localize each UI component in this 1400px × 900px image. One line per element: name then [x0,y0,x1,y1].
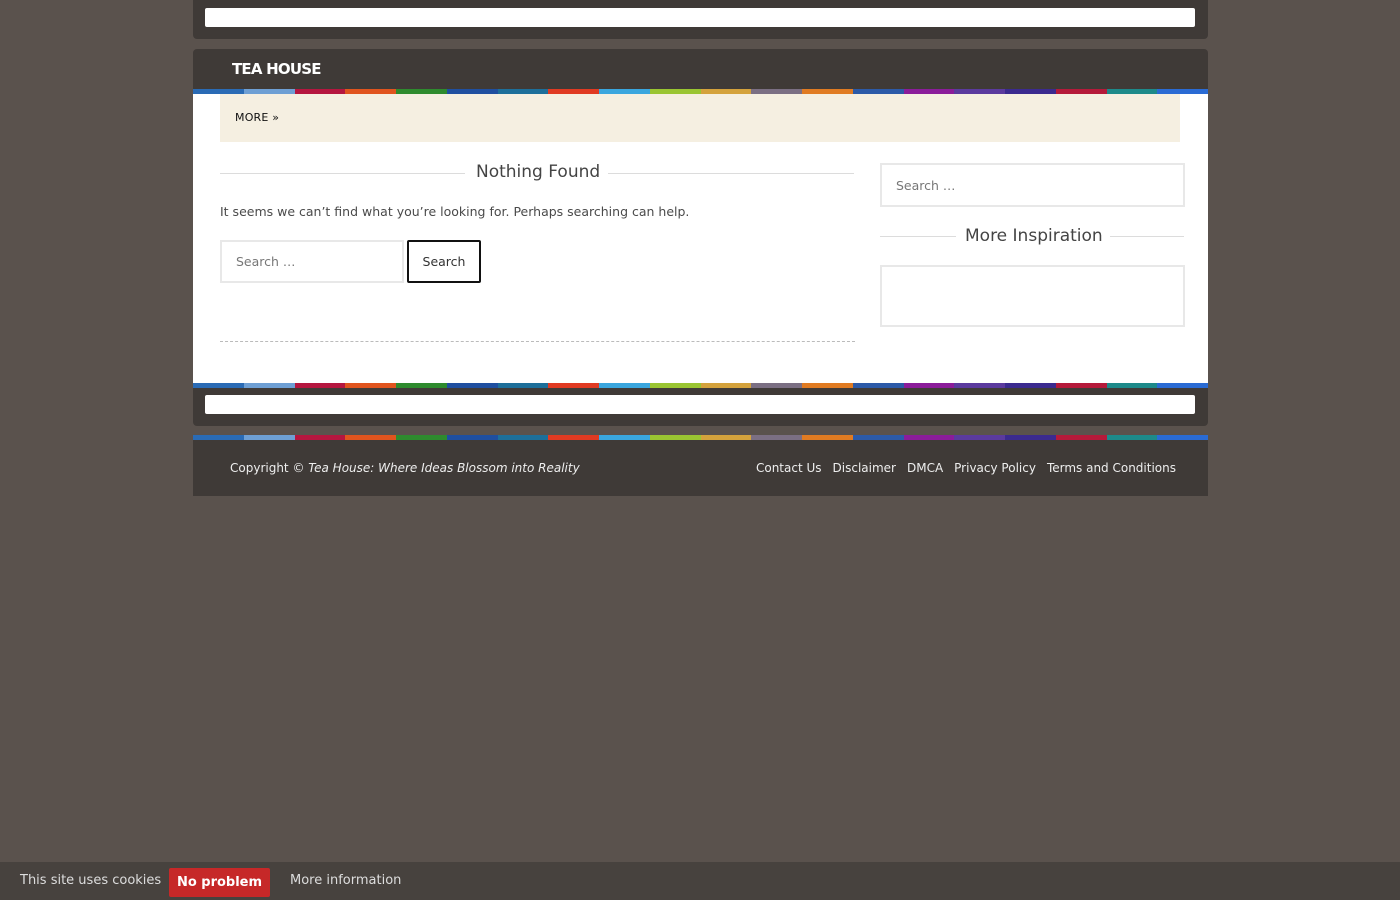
stripe-segment [497,435,549,440]
footer-link-contact[interactable]: Contact Us [756,461,822,475]
stripe-segment [1005,435,1056,440]
stripe-segment [649,435,701,440]
search-input[interactable] [220,240,404,283]
stripe-segment [294,435,346,440]
footer-link-disclaimer[interactable]: Disclaimer [833,461,896,475]
bottom-strip [205,395,1195,414]
footer-links: Contact Us Disclaimer DMCA Privacy Polic… [756,461,1176,475]
copyright-site-name: Tea House: Where Ideas Blossom into Real… [308,461,580,475]
content-divider [220,341,855,342]
nav-more-link[interactable]: MORE » [235,111,279,124]
footer-link-dmca[interactable]: DMCA [907,461,943,475]
search-button[interactable]: Search [407,240,481,283]
site-title[interactable]: TEA HOUSE [232,60,321,78]
nav-bar: MORE » [220,94,1180,142]
cookie-bar: This site uses cookies No problem More i… [0,862,1400,900]
stripe-segment [1055,435,1107,440]
sidebar-heading-rule-right [1110,236,1184,237]
site-header: TEA HOUSE [193,49,1208,94]
site-footer: Copyright © Tea House: Where Ideas Bloss… [193,435,1208,496]
bottom-bar [193,388,1208,426]
stripe-segment [852,435,904,440]
cookie-message: This site uses cookies [20,873,162,888]
not-found-message: It seems we can’t find what you’re looki… [220,204,690,219]
stripe-segment [548,435,599,440]
stripe-segment [1157,435,1208,440]
stripe-segment [193,435,244,440]
stripe-segment [446,435,498,440]
stripe-segment [345,435,396,440]
inspiration-box [880,265,1185,327]
sidebar-search-input[interactable] [880,163,1185,207]
page-title: Nothing Found [476,162,601,182]
stripe-segment [954,435,1005,440]
stripe-segment [903,435,955,440]
footer-link-privacy[interactable]: Privacy Policy [954,461,1036,475]
stripe-segment [802,435,853,440]
stripe-segment [751,435,802,440]
footer-link-terms[interactable]: Terms and Conditions [1047,461,1176,475]
top-bar [193,0,1208,39]
stripe-segment [243,435,295,440]
heading-rule-right [608,173,854,174]
top-strip [205,8,1195,27]
heading-rule-left [220,173,465,174]
copyright-prefix: Copyright © [230,461,309,475]
sidebar-heading-rule-left [880,236,956,237]
stripe-segment [700,435,752,440]
sidebar-heading: More Inspiration [965,226,1103,246]
stripe-segment [1106,435,1158,440]
stripe-segment [396,435,447,440]
main-content: MORE » Nothing Found It seems we can’t f… [193,94,1208,388]
copyright: Copyright © Tea House: Where Ideas Bloss… [230,461,580,475]
cookie-accept-button[interactable]: No problem [169,868,270,897]
stripe-segment [599,435,650,440]
footer-color-stripe [193,435,1208,440]
cookie-more-info-link[interactable]: More information [290,873,401,888]
